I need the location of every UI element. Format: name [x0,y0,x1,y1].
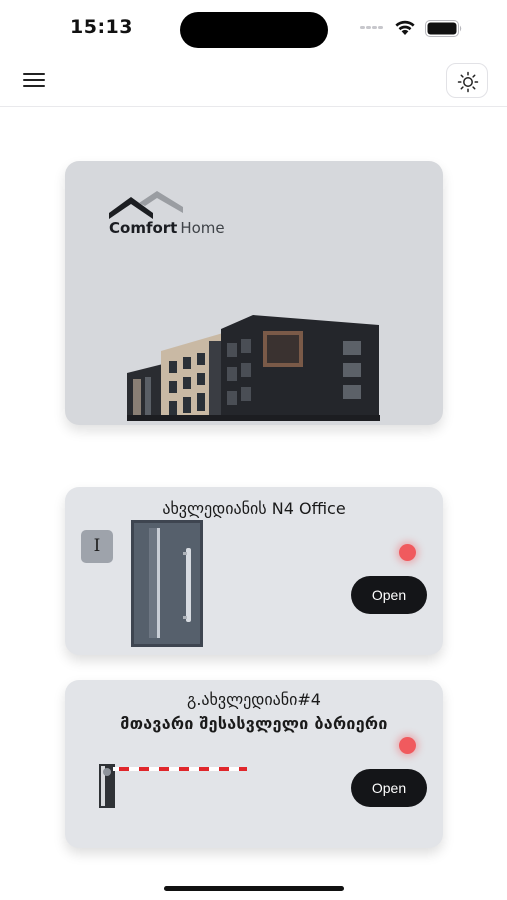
device-subtitle: გ.ახვლედიანი#4 [187,690,321,709]
house-roof-icon [109,191,183,219]
device-card: ახვლედიანის N4 Office I Open [65,487,443,655]
brand-logo-bold: Comfort [109,219,178,237]
wifi-icon [395,20,415,35]
cellular-signal-icon [360,26,386,32]
status-indicator-offline [399,544,416,561]
barrier-gate-image [99,764,247,808]
device-title: ახვლედიანის N4 Office [162,499,346,518]
app-screen: 15:13 Comfort Home ახვლედიანის N4 Office… [0,0,507,900]
status-time: 15:13 [70,16,133,38]
device-card: გ.ახვლედიანი#4 მთავარი შესასვლელი ბარიერ… [65,680,443,848]
device-type-badge: I [81,530,113,563]
brand-logo-text: Comfort Home [109,219,225,237]
status-bar: 15:13 [0,0,507,56]
brand-hero-card: Comfort Home [65,161,443,425]
brand-logo-light: Home [180,219,225,237]
building-image [127,315,380,421]
app-header [0,56,507,107]
sun-icon [457,71,479,93]
battery-icon [425,20,462,37]
home-indicator[interactable] [164,886,344,891]
open-barrier-button[interactable]: Open [351,769,427,807]
device-title: მთავარი შესასვლელი ბარიერი [120,714,388,733]
dynamic-island [180,12,328,48]
status-indicator-offline [399,737,416,754]
hamburger-menu-icon[interactable] [18,66,50,94]
door-image [131,520,203,647]
open-door-button[interactable]: Open [351,576,427,614]
theme-toggle-button[interactable] [446,63,488,98]
